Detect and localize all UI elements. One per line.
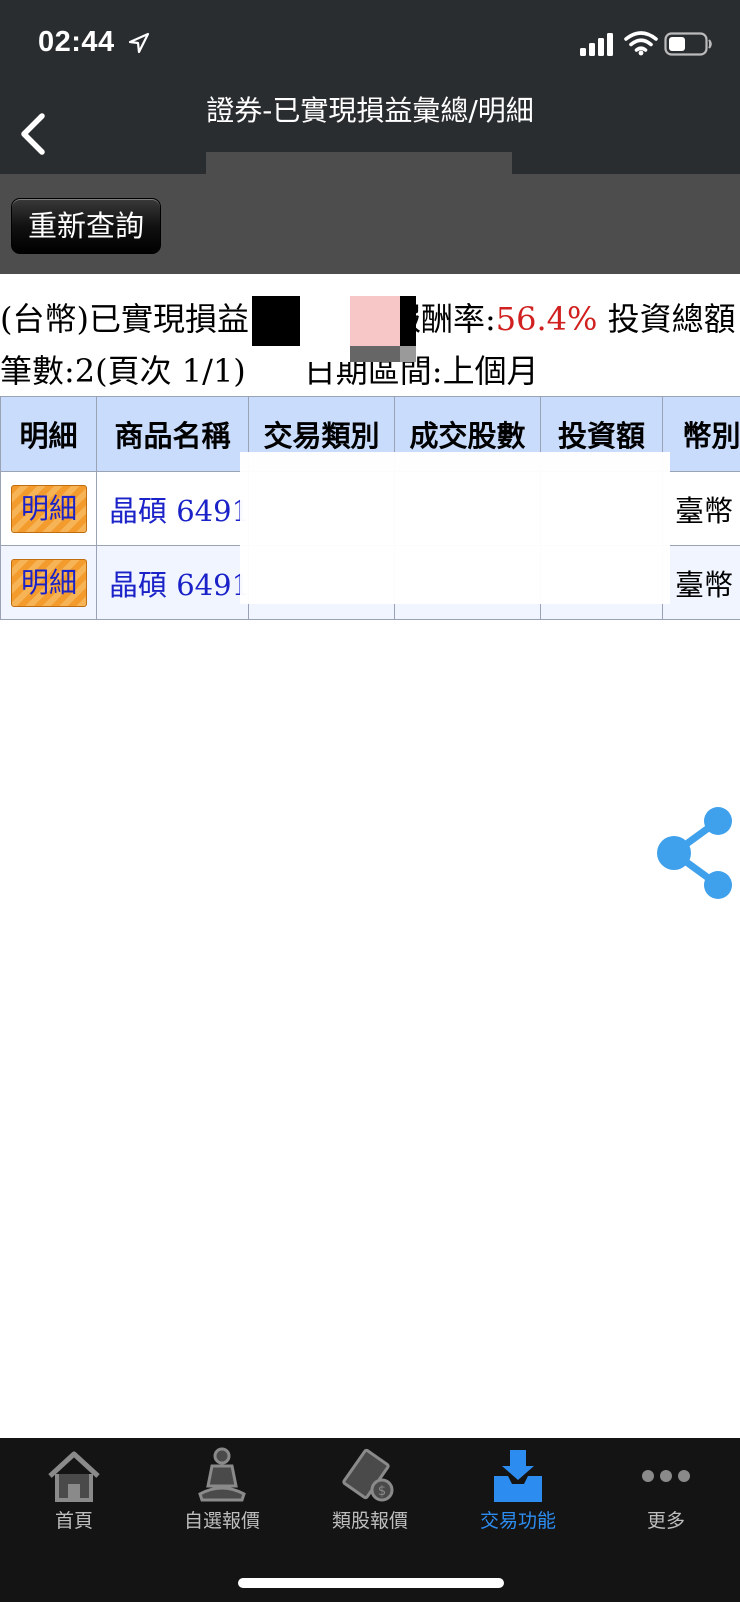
column-header: 商品名稱 (96, 396, 249, 472)
currency-cell: 臺幣 (662, 545, 740, 620)
currency-cell: 臺幣 (662, 471, 740, 546)
tab-trading[interactable]: 交易功能 (444, 1438, 592, 1538)
tab-sector-quotes[interactable]: $ 類股報價 (296, 1438, 444, 1538)
invest-total-label: 投資總額 (607, 300, 736, 338)
product-cell: 晶碩 6491 (96, 471, 249, 546)
share-icon[interactable] (652, 805, 736, 901)
svg-text:$: $ (378, 1484, 386, 1499)
wifi-icon (624, 31, 658, 56)
redaction-block (300, 346, 350, 362)
toolbar: 重新查詢 (0, 174, 740, 274)
status-time: 02:44 (38, 26, 115, 58)
column-header: 明細 (0, 396, 97, 472)
return-rate-value: 56.4% (495, 300, 598, 338)
currency-value: 臺幣 (675, 493, 734, 528)
column-header: 幣別 (662, 396, 740, 472)
summary-panel: (台幣)已實現損益 報酬率:56.4% 投資總額 筆數:2(頁次 1/1) 日期區間… (0, 274, 740, 396)
record-count: 筆數:2(頁次 1/1) (0, 352, 246, 390)
location-arrow-icon (128, 32, 150, 54)
detail-button[interactable]: 明細 (11, 558, 87, 607)
currency-value: 臺幣 (675, 567, 734, 602)
home-icon (48, 1451, 100, 1502)
detail-button[interactable]: 明細 (11, 484, 87, 533)
redaction-block (350, 346, 400, 362)
status-bar: 02:44 (0, 0, 740, 90)
redacted-subtitle (206, 152, 512, 174)
cellular-signal-icon (580, 33, 613, 56)
navigation-bar: 證券-已實現損益彙總/明細 (0, 90, 740, 174)
product-cell: 晶碩 6491 (96, 545, 249, 620)
summary-line-2: 筆數:2(頁次 1/1) 日期區間:上個月 (0, 346, 539, 392)
tab-label: 更多 (646, 1510, 685, 1532)
page-title: 證券-已實現損益彙總/明細 (206, 94, 534, 127)
more-dots-icon (642, 1470, 690, 1482)
redaction-block (300, 296, 350, 346)
redaction-block (252, 296, 300, 346)
redaction-block (400, 346, 416, 362)
tab-home[interactable]: 首頁 (0, 1438, 148, 1538)
product-name[interactable]: 晶碩 6491 (98, 494, 248, 528)
tab-more[interactable]: 更多 (592, 1438, 740, 1538)
home-indicator[interactable] (238, 1578, 504, 1588)
inbox-download-icon (494, 1450, 542, 1502)
tab-label: 自選報價 (183, 1510, 260, 1532)
tab-label: 類股報價 (331, 1510, 408, 1532)
tab-label: 交易功能 (479, 1510, 556, 1532)
product-name[interactable]: 晶碩 6491 (98, 568, 248, 602)
requery-button[interactable]: 重新查詢 (11, 198, 161, 254)
realized-pnl-label: (台幣)已實現損益 (0, 300, 249, 338)
tab-watchlist[interactable]: 自選報價 (148, 1438, 296, 1538)
detail-cell: 明細 (0, 545, 97, 620)
redacted-table-values (240, 452, 670, 604)
redaction-block (400, 296, 416, 346)
tab-label: 首頁 (54, 1510, 93, 1532)
detail-cell: 明細 (0, 471, 97, 546)
battery-icon (664, 32, 712, 56)
meditation-icon (198, 1447, 246, 1502)
film-money-icon: $ (342, 1448, 394, 1502)
redaction-block (350, 296, 400, 346)
